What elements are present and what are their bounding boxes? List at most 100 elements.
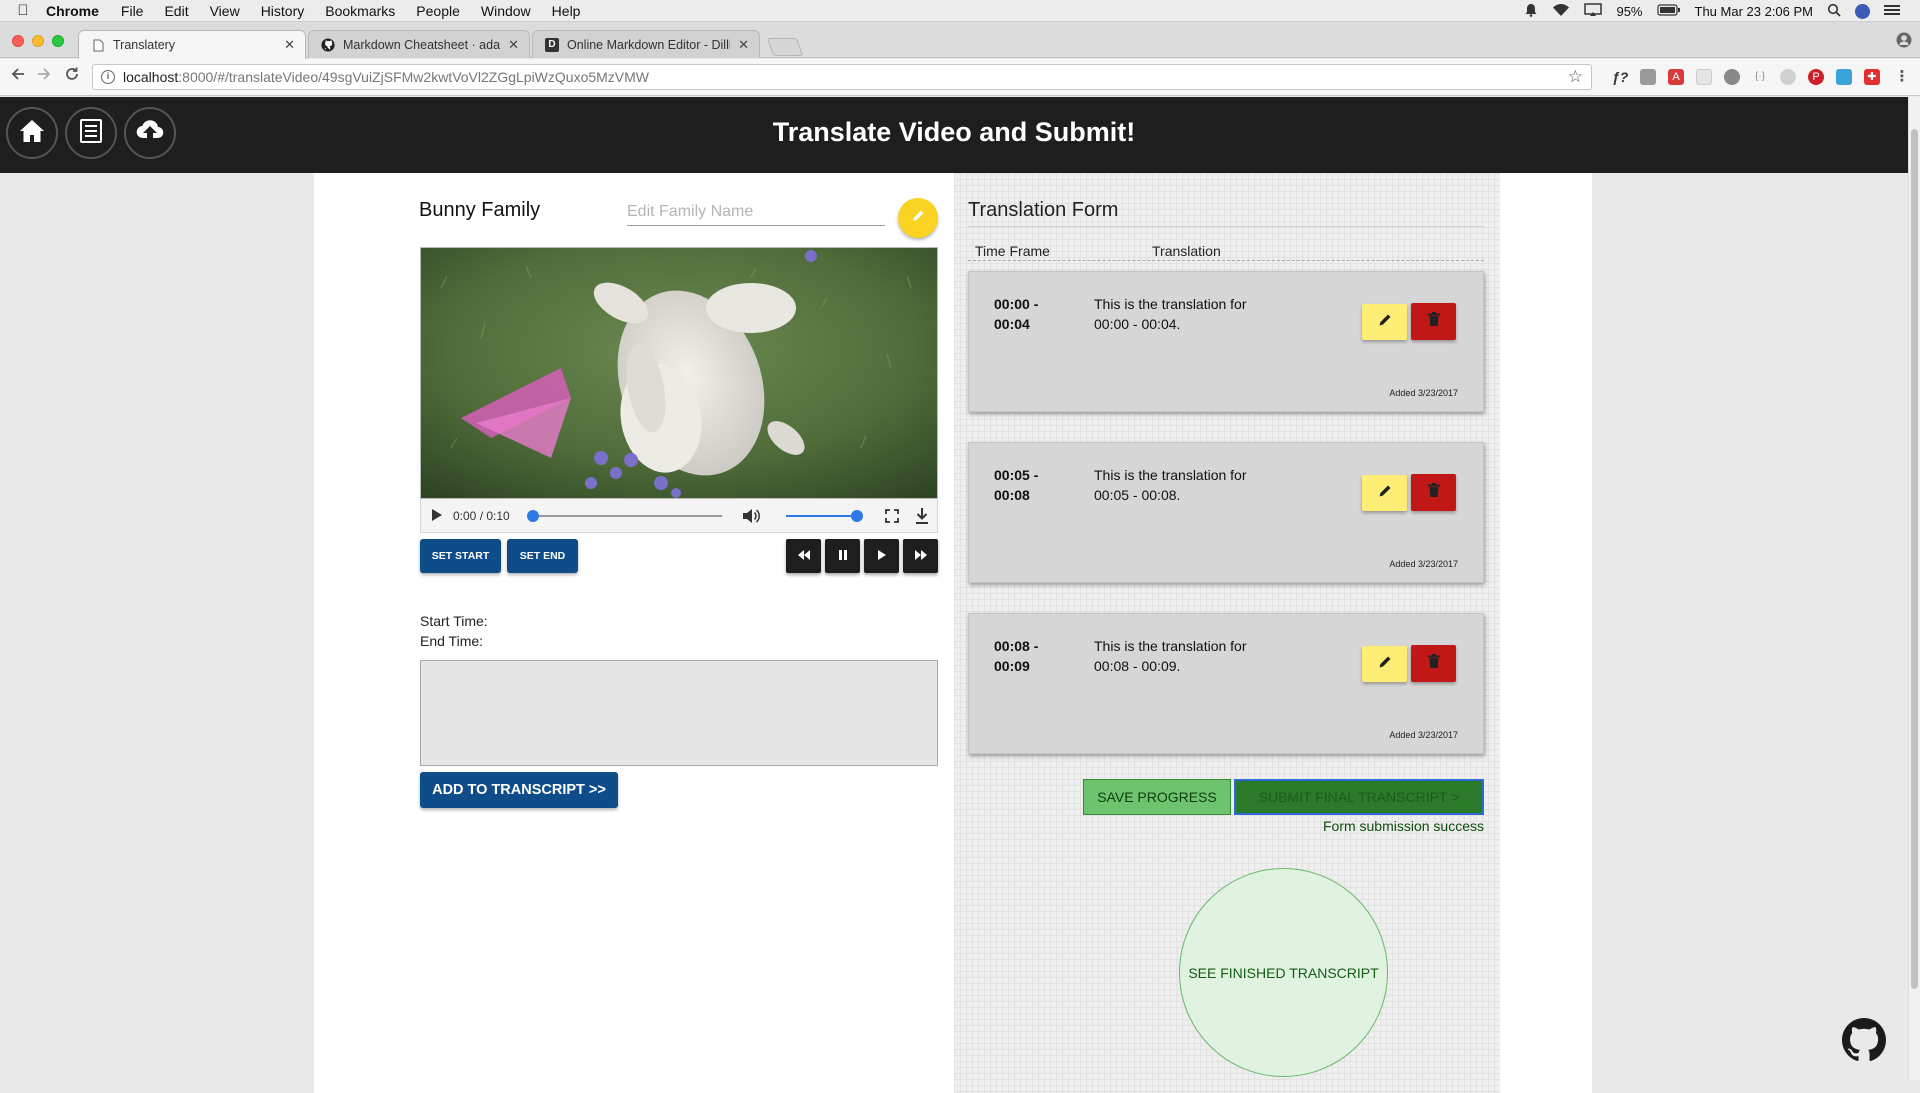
submit-final-transcript-button[interactable]: SUBMIT FINAL TRANSCRIPT > <box>1234 779 1484 815</box>
title-divider <box>968 226 1484 227</box>
menu-bookmarks[interactable]: Bookmarks <box>325 3 395 19</box>
window-minimize-button[interactable] <box>32 35 44 47</box>
edit-entry-button[interactable] <box>1362 475 1407 511</box>
extension-icon[interactable]: {·} <box>1752 69 1768 85</box>
menu-history[interactable]: History <box>261 3 305 19</box>
pencil-icon <box>911 209 925 228</box>
menu-file[interactable]: File <box>121 3 144 19</box>
volume-icon[interactable] <box>741 507 761 530</box>
macos-menubar:  Chrome File Edit View History Bookmark… <box>0 0 1920 22</box>
reload-button[interactable] <box>64 66 80 87</box>
tab-close-icon[interactable]: ✕ <box>284 37 295 53</box>
video-player[interactable] <box>420 247 938 499</box>
video-seek-bar[interactable] <box>532 515 722 517</box>
acrobat-extension-icon[interactable]: A <box>1668 69 1684 85</box>
edit-entry-button[interactable] <box>1362 304 1407 340</box>
address-host: localhost <box>123 69 179 85</box>
bug-extension-icon[interactable] <box>1724 69 1740 85</box>
back-button[interactable] <box>10 66 26 87</box>
volume-slider[interactable] <box>786 515 856 517</box>
video-time: 0:00 / 0:10 <box>453 509 510 523</box>
entry-translation-line: This is the translation for <box>1094 296 1247 312</box>
delete-entry-button[interactable] <box>1411 303 1456 340</box>
extension-icon[interactable] <box>1696 69 1712 85</box>
download-icon[interactable] <box>915 507 929 530</box>
page-scrollbar[interactable] <box>1908 97 1920 1080</box>
trash-icon <box>1427 654 1440 673</box>
chrome-menu-icon[interactable]: ⋮ <box>1894 69 1910 85</box>
tab-markdown-cheatsheet[interactable]: Markdown Cheatsheet · adam-p/markdown-he… <box>308 30 530 58</box>
pinterest-extension-icon[interactable]: P <box>1808 69 1824 85</box>
delete-entry-button[interactable] <box>1411 645 1456 682</box>
extension-icon[interactable] <box>1780 69 1796 85</box>
tab-dillinger[interactable]: D Online Markdown Editor - Dillinger ✕ <box>532 30 760 58</box>
battery-icon[interactable] <box>1656 3 1681 19</box>
battery-percent: 95% <box>1616 3 1643 19</box>
menu-help[interactable]: Help <box>552 3 581 19</box>
edit-family-name-input[interactable] <box>627 198 885 226</box>
video-seek-knob[interactable] <box>527 510 539 522</box>
extension-icon[interactable] <box>1640 69 1656 85</box>
column-translation: Translation <box>1152 243 1221 259</box>
rewind-icon <box>797 549 810 563</box>
edit-family-name-button[interactable] <box>898 198 938 238</box>
apple-menu-icon[interactable]:  <box>0 2 46 19</box>
pause-button[interactable] <box>825 539 860 573</box>
translation-entry: 00:00 - 00:04 This is the translation fo… <box>968 271 1484 412</box>
set-start-button[interactable]: SET START <box>420 539 501 573</box>
play-icon[interactable] <box>431 508 443 527</box>
pause-icon <box>838 549 847 563</box>
spotlight-search-icon[interactable] <box>1827 3 1841 20</box>
play-button[interactable] <box>864 539 899 573</box>
set-end-button[interactable]: SET END <box>507 539 578 573</box>
address-bar[interactable]: i localhost:8000/#/translateVideo/49sgVu… <box>92 64 1592 90</box>
menu-view[interactable]: View <box>210 3 240 19</box>
fullscreen-icon[interactable] <box>885 509 899 528</box>
menu-window[interactable]: Window <box>481 3 531 19</box>
pencil-icon <box>1378 313 1392 332</box>
tab-close-icon[interactable]: ✕ <box>738 37 749 53</box>
notification-center-icon[interactable] <box>1884 4 1900 19</box>
edit-entry-button[interactable] <box>1362 646 1407 682</box>
user-avatar-icon[interactable] <box>1855 3 1870 19</box>
site-info-icon[interactable]: i <box>101 70 115 84</box>
github-icon[interactable] <box>1842 1018 1887 1062</box>
page-title: Translate Video and Submit! <box>772 117 1136 147</box>
translation-textarea[interactable] <box>420 660 938 766</box>
volume-knob[interactable] <box>851 510 863 522</box>
tab-title: Online Markdown Editor - Dillinger <box>567 37 730 52</box>
menubar-clock[interactable]: Thu Mar 23 2:06 PM <box>1695 4 1814 19</box>
delete-entry-button[interactable] <box>1411 474 1456 511</box>
pencil-icon <box>1378 484 1392 503</box>
entry-translation: This is the translation for 00:08 - 00:0… <box>1094 636 1247 676</box>
bookmark-star-icon[interactable]: ☆ <box>1568 67 1583 87</box>
profile-icon[interactable] <box>1896 32 1912 53</box>
airplay-icon[interactable] <box>1584 2 1603 20</box>
new-tab-button[interactable] <box>766 38 804 56</box>
family-name: Bunny Family <box>419 199 541 221</box>
extension-icon[interactable]: ✚ <box>1864 69 1880 85</box>
tab-translatery[interactable]: Translatery ✕ <box>78 30 306 59</box>
fast-forward-button[interactable] <box>903 539 938 573</box>
add-to-transcript-button[interactable]: ADD TO TRANSCRIPT >> <box>420 772 618 808</box>
see-finished-transcript-button[interactable]: SEE FINISHED TRANSCRIPT <box>1179 868 1388 1077</box>
menu-app-name[interactable]: Chrome <box>46 3 99 19</box>
notification-bell-icon[interactable] <box>1524 3 1538 20</box>
rewind-button[interactable] <box>786 539 821 573</box>
entry-translation: This is the translation for 00:00 - 00:0… <box>1094 294 1247 334</box>
forward-button[interactable] <box>36 66 52 87</box>
menu-people[interactable]: People <box>416 3 460 19</box>
wifi-icon[interactable] <box>1552 3 1570 20</box>
tab-close-icon[interactable]: ✕ <box>508 37 519 53</box>
entry-added-date: Added 3/23/2017 <box>1389 730 1458 740</box>
entry-time-frame: 00:00 - 00:04 <box>994 294 1038 334</box>
menu-edit[interactable]: Edit <box>164 3 188 19</box>
video-controls: 0:00 / 0:10 <box>420 499 938 533</box>
scrollbar-thumb[interactable] <box>1911 129 1918 989</box>
drive-extension-icon[interactable] <box>1836 69 1852 85</box>
window-zoom-button[interactable] <box>52 35 64 47</box>
save-progress-button[interactable]: SAVE PROGRESS <box>1083 779 1231 815</box>
formula-extension-icon[interactable]: ƒ? <box>1612 69 1628 85</box>
window-close-button[interactable] <box>12 35 24 47</box>
start-time-label: Start Time: <box>420 613 488 629</box>
